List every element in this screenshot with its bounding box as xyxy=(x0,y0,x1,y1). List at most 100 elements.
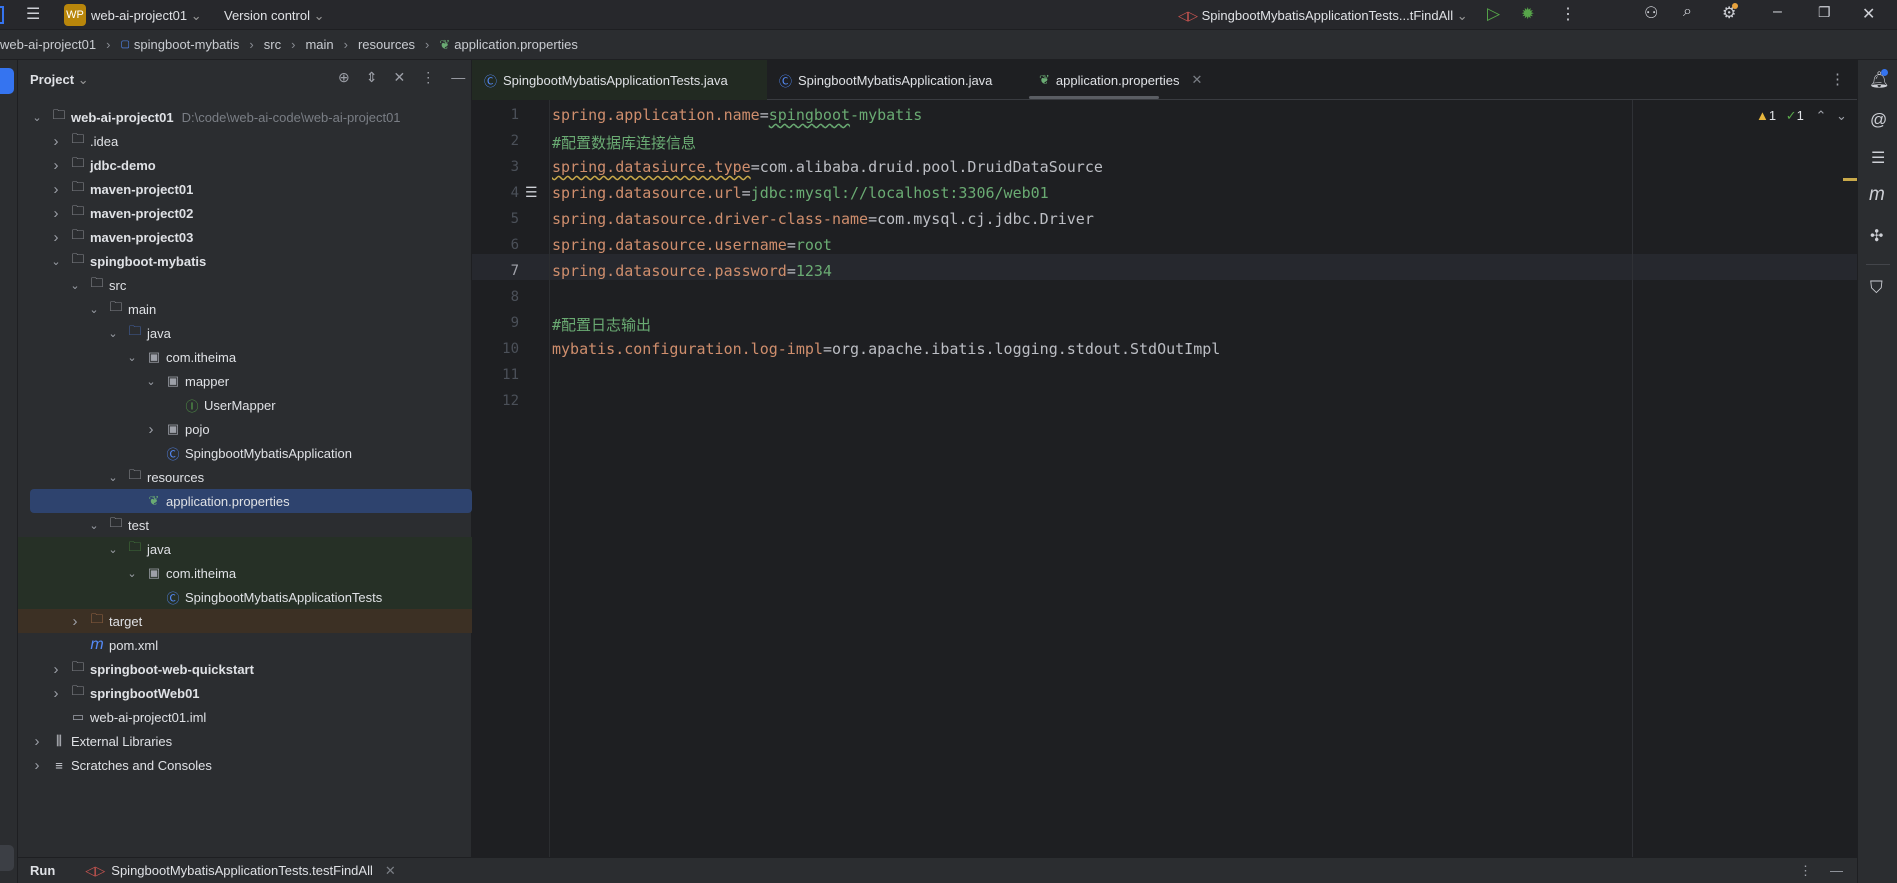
chevron-right-icon[interactable]: › xyxy=(49,661,63,678)
chevron-down-icon[interactable]: ⌄ xyxy=(106,543,120,556)
tree-item[interactable]: ⌄ 🗀︎ test xyxy=(30,513,472,537)
debug-icon[interactable]: ✹ xyxy=(1521,4,1534,24)
tree-item[interactable]: ⌄ ▣ mapper xyxy=(30,369,472,393)
tree-item[interactable]: › 🗀︎ target xyxy=(30,609,472,633)
chevron-right-icon[interactable]: › xyxy=(49,133,63,150)
tab-application-java[interactable]: Ⓒ SpingbootMybatisApplication.java xyxy=(767,60,1027,100)
chevron-right-icon[interactable]: › xyxy=(49,157,63,174)
chevron-right-icon[interactable]: › xyxy=(49,205,63,222)
project-panel-title[interactable]: Project ⌄ xyxy=(30,72,89,88)
ai-assistant-icon[interactable]: @ xyxy=(1870,110,1887,130)
hide-run-icon[interactable]: — xyxy=(1830,863,1843,878)
run-tool-button[interactable] xyxy=(0,845,14,871)
project-tool-button[interactable] xyxy=(0,68,14,94)
restore-button[interactable]: ❐ xyxy=(1818,4,1831,21)
tab-tests-java[interactable]: Ⓒ SpingbootMybatisApplicationTests.java xyxy=(472,60,767,100)
collapse-all-icon[interactable]: ✕ xyxy=(393,69,405,86)
tree-item[interactable]: Ⓒ SpingbootMybatisApplicationTests xyxy=(30,585,472,609)
chevron-down-icon[interactable]: ⌄ xyxy=(68,279,82,292)
tree-item[interactable]: ⌄ 🗀︎ java xyxy=(30,537,472,561)
tree-item[interactable]: › 🗀︎ maven-project02 xyxy=(30,201,472,225)
tree-item[interactable]: › ▣ pojo xyxy=(30,417,472,441)
project-selector[interactable]: web-ai-project01 ⌄ xyxy=(91,8,202,24)
tree-item[interactable]: ❦ application.properties xyxy=(30,489,472,513)
tree-item[interactable]: Ⓒ SpingbootMybatisApplication xyxy=(30,441,472,465)
options-icon[interactable]: ⋮ xyxy=(421,69,435,86)
run-config-selector[interactable]: ◁▷ SpingbootMybatisApplicationTests...tF… xyxy=(1178,8,1468,24)
chevron-down-icon[interactable]: ⌄ xyxy=(49,255,63,268)
warning-stripe-marker[interactable] xyxy=(1843,178,1857,181)
breadcrumb-item[interactable]: main xyxy=(305,37,333,52)
tree-item[interactable]: › 🗀︎ jdbc-demo xyxy=(30,153,472,177)
run-options-icon[interactable]: ⋮ xyxy=(1799,863,1812,879)
chevron-down-icon[interactable]: ⌄ xyxy=(106,327,120,340)
tree-item[interactable]: ⌄ 🗀︎ resources xyxy=(30,465,472,489)
plugin-icon[interactable]: ✣ xyxy=(1870,226,1883,246)
tree-item[interactable]: › 🗀︎ springboot-web-quickstart xyxy=(30,657,472,681)
chevron-right-icon[interactable]: › xyxy=(49,229,63,246)
vcs-selector[interactable]: Version control ⌄ xyxy=(224,8,325,24)
add-user-icon[interactable]: ⚇ xyxy=(1644,3,1658,23)
tree-item[interactable]: Ⓘ UserMapper xyxy=(30,393,472,417)
tree-item[interactable]: › ≡ Scratches and Consoles xyxy=(30,753,472,777)
chevron-down-icon[interactable]: ⌄ xyxy=(144,375,158,388)
tab-options-icon[interactable]: ⋮ xyxy=(1830,70,1845,88)
close-run-tab-icon[interactable]: ✕ xyxy=(385,863,396,879)
breadcrumb-item[interactable]: src xyxy=(264,37,281,52)
chevron-down-icon[interactable]: ⌄ xyxy=(87,519,101,532)
chevron-down-icon[interactable]: ⌄ xyxy=(125,351,139,364)
tree-item[interactable]: › ⫼ External Libraries xyxy=(30,729,472,753)
module-folder-icon: 🗀︎ xyxy=(71,251,85,266)
hide-icon[interactable]: — xyxy=(451,69,465,86)
database-icon[interactable]: ☰ xyxy=(1871,148,1885,168)
tree-item[interactable]: ⌄ 🗀︎ spingboot-mybatis xyxy=(30,249,472,273)
run-icon[interactable]: ▷ xyxy=(1487,4,1500,24)
close-button[interactable]: ✕ xyxy=(1862,4,1875,24)
more-icon[interactable]: ⋮ xyxy=(1560,4,1576,24)
tab-application-properties[interactable]: ❦ application.properties ✕ xyxy=(1027,60,1227,100)
tree-item[interactable]: ⌄ 🗀︎ java xyxy=(30,321,472,345)
minimize-button[interactable]: – xyxy=(1773,3,1782,21)
code-editor[interactable]: 1 2 3 4 ☰ 5 6 7 8 9 10 11 12 ▲1 ✓1 ⌃ ⌄ spring.applic… xyxy=(472,100,1857,857)
expand-all-icon[interactable]: ⇕ xyxy=(366,69,378,86)
chevron-down-icon[interactable]: ⌄ xyxy=(30,111,44,124)
main-menu-icon[interactable]: ☰ xyxy=(26,4,40,24)
breadcrumb-item[interactable]: web-ai-project01 xyxy=(0,37,96,52)
chevron-right-icon[interactable]: › xyxy=(144,421,158,438)
tree-item[interactable]: ▭ web-ai-project01.iml xyxy=(30,705,472,729)
tree-item[interactable]: › 🗀︎ maven-project01 xyxy=(30,177,472,201)
breadcrumb-item[interactable]: resources xyxy=(358,37,415,52)
settings-icon[interactable]: ⚙ xyxy=(1722,3,1738,23)
tree-item[interactable]: › 🗀︎ springbootWeb01 xyxy=(30,681,472,705)
chevron-down-icon[interactable]: ⌄ xyxy=(106,471,120,484)
breadcrumb-item[interactable]: spingboot-mybatis xyxy=(134,37,240,52)
run-panel-title[interactable]: Run xyxy=(30,863,55,878)
security-icon[interactable]: ⛉ xyxy=(1870,278,1883,298)
maven-icon[interactable]: m xyxy=(1869,184,1885,206)
tree-item[interactable]: ⌄ ▣ com.itheima xyxy=(30,345,472,369)
close-tab-icon[interactable]: ✕ xyxy=(1191,72,1202,88)
tree-item[interactable]: ⌄ 🗀︎ main xyxy=(30,297,472,321)
next-issue-icon[interactable]: ⌄ xyxy=(1836,108,1847,123)
tree-item[interactable]: ⌄ 🗀︎ web-ai-project01 D:\code\web-ai-code\w… xyxy=(30,105,472,129)
inspection-widget[interactable]: ▲1 ✓1 ⌃ ⌄ xyxy=(1756,108,1847,124)
chevron-down-icon[interactable]: ⌄ xyxy=(87,303,101,316)
prev-issue-icon[interactable]: ⌃ xyxy=(1816,108,1827,123)
chevron-down-icon[interactable]: ⌄ xyxy=(125,567,139,580)
run-tab[interactable]: SpingbootMybatisApplicationTests.testFin… xyxy=(111,863,373,878)
tree-item[interactable]: › 🗀︎ maven-project03 xyxy=(30,225,472,249)
chevron-right-icon[interactable]: › xyxy=(30,733,44,750)
tree-item[interactable]: ⌄ 🗀︎ src xyxy=(30,273,472,297)
chevron-right-icon[interactable]: › xyxy=(49,685,63,702)
breadcrumb-item[interactable]: application.properties xyxy=(454,37,578,52)
tree-item[interactable]: › 🗀︎ .idea xyxy=(30,129,472,153)
search-icon[interactable]: ⌕ xyxy=(1683,3,1692,21)
database-gutter-icon[interactable]: ☰ xyxy=(525,184,538,201)
tree-item[interactable]: m pom.xml xyxy=(30,633,472,657)
locate-icon[interactable]: ⊕ xyxy=(338,69,350,86)
chevron-right-icon[interactable]: › xyxy=(30,757,44,774)
chevron-right-icon[interactable]: › xyxy=(68,613,82,630)
notifications-icon[interactable]: 🔔︎ xyxy=(1869,69,1889,90)
chevron-right-icon[interactable]: › xyxy=(49,181,63,198)
tree-item[interactable]: ⌄ ▣ com.itheima xyxy=(30,561,472,585)
